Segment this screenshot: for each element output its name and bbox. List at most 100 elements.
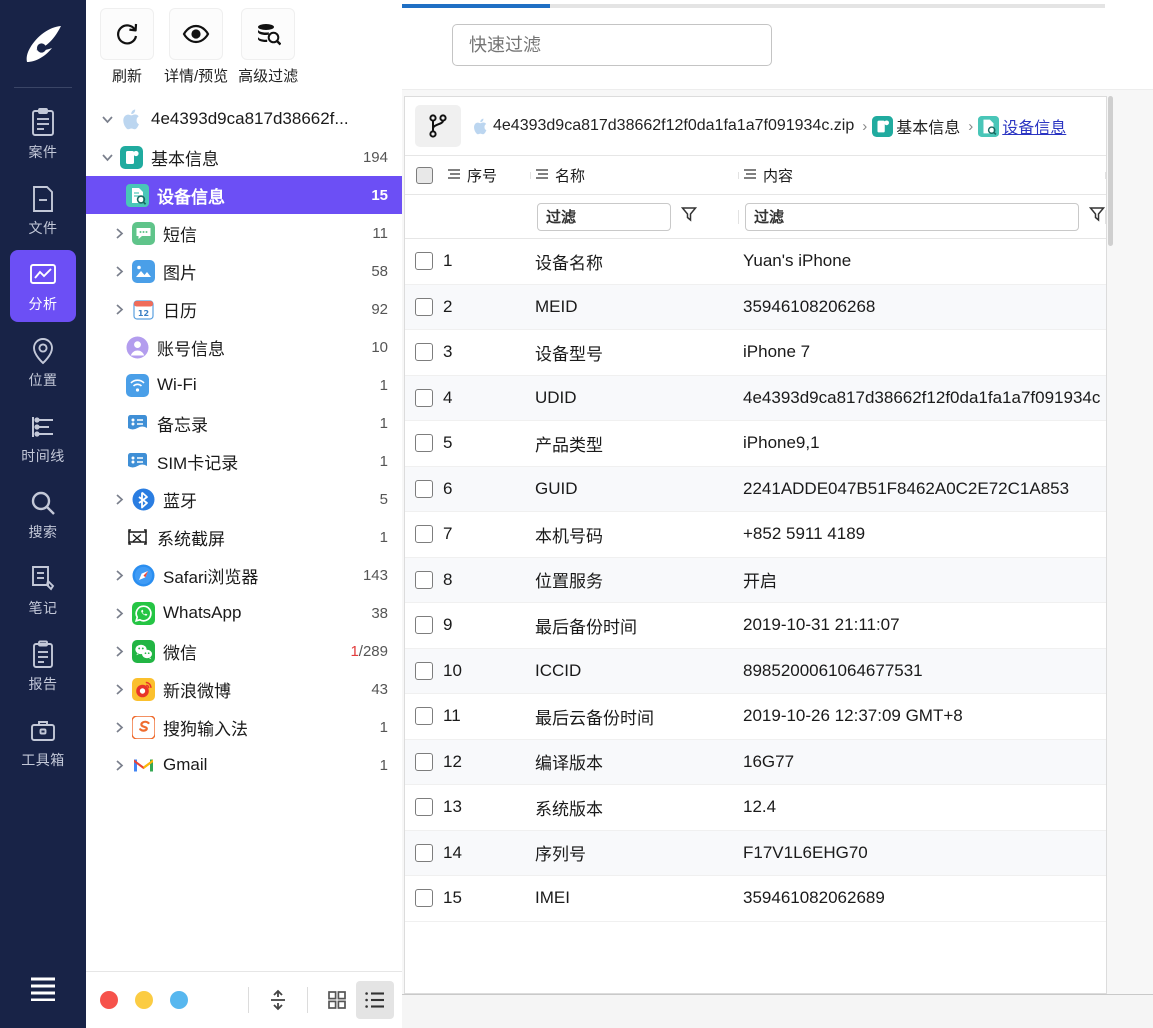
row-checkbox[interactable] [405, 798, 443, 817]
table-row[interactable]: 2 MEID 35946108206268 [405, 284, 1106, 330]
table-row[interactable]: 6 GUID 2241ADDE047B51F8462A0C2E72C1A853 [405, 466, 1106, 512]
tree-item-safari[interactable]: Safari浏览器 143 [86, 556, 402, 594]
tree-item-sim-records[interactable]: SIM卡记录 1 [86, 442, 402, 480]
branch-icon[interactable] [415, 105, 461, 147]
tree-item-notes[interactable]: 备忘录 1 [86, 404, 402, 442]
tag-red-dot[interactable] [100, 991, 118, 1009]
chevron-right-icon[interactable] [108, 265, 130, 278]
table-row[interactable]: 3 设备型号 iPhone 7 [405, 330, 1106, 376]
app-logo-icon[interactable] [17, 18, 69, 75]
row-checkbox[interactable] [405, 343, 443, 362]
breadcrumb-item-device-info[interactable]: 设备信息 [978, 114, 1066, 138]
tree-item-device-root[interactable]: 4e4393d9ca817d38662f... [86, 100, 402, 138]
breadcrumb-label[interactable]: 设备信息 [1002, 114, 1066, 138]
tag-yellow-dot[interactable] [135, 991, 153, 1009]
chevron-down-icon[interactable] [96, 113, 118, 126]
chevron-right-icon[interactable] [108, 607, 130, 620]
grid-view-icon[interactable] [318, 981, 356, 1019]
breadcrumb-item-archive[interactable]: 4e4393d9ca817d38662f12f0da1fa1a7f091934c… [473, 117, 854, 135]
filter-content-input[interactable] [745, 202, 1079, 231]
column-menu-icon[interactable] [535, 167, 549, 184]
tree-item-bluetooth[interactable]: 蓝牙 5 [86, 480, 402, 518]
chevron-down-icon[interactable] [96, 151, 118, 164]
sidebar-item-analysis[interactable]: 分析 [10, 250, 76, 322]
chevron-right-icon[interactable] [108, 645, 130, 658]
tree-item-wifi[interactable]: Wi-Fi 1 [86, 366, 402, 404]
sidebar-item-location[interactable]: 位置 [10, 326, 76, 398]
tree-item-calendar[interactable]: 12 日历 92 [86, 290, 402, 328]
row-checkbox[interactable] [405, 297, 443, 316]
hamburger-menu-icon[interactable] [27, 975, 59, 1006]
table-row[interactable]: 4 UDID 4e4393d9ca817d38662f12f0da1fa1a7f09… [405, 375, 1106, 421]
list-view-icon[interactable] [356, 981, 394, 1019]
tree-item-account-info[interactable]: 账号信息 10 [86, 328, 402, 366]
tree-item-whatsapp[interactable]: WhatsApp 38 [86, 594, 402, 632]
sidebar-item-search[interactable]: 搜索 [10, 478, 76, 550]
row-checkbox[interactable] [405, 388, 443, 407]
chevron-right-icon[interactable] [108, 303, 130, 316]
chevron-right-icon[interactable] [108, 683, 130, 696]
tree-item-sms[interactable]: 短信 11 [86, 214, 402, 252]
sidebar-item-notes[interactable]: 笔记 [10, 554, 76, 626]
sidebar-item-report[interactable]: 报告 [10, 630, 76, 702]
table-row[interactable]: 15 IMEI 359461082062689 [405, 876, 1106, 922]
chevron-right-icon[interactable] [108, 569, 130, 582]
table-row[interactable]: 13 系统版本 12.4 [405, 785, 1106, 831]
detail-preview-button[interactable]: 详情/预览 [164, 8, 228, 86]
table-row[interactable]: 9 最后备份时间 2019-10-31 21:11:07 [405, 603, 1106, 649]
tag-blue-dot[interactable] [170, 991, 188, 1009]
table-row[interactable]: 5 产品类型 iPhone9,1 [405, 421, 1106, 467]
tree-item-device-info[interactable]: 设备信息 15 [86, 176, 402, 214]
table-row[interactable]: 14 序列号 F17V1L6EHG70 [405, 830, 1106, 876]
row-checkbox[interactable] [405, 479, 443, 498]
detail-preview-label: 详情/预览 [164, 68, 229, 85]
advanced-filter-button[interactable]: 高级过滤 [238, 8, 298, 86]
column-header-seq[interactable]: 序号 [443, 165, 531, 186]
row-checkbox[interactable] [405, 661, 443, 680]
funnel-icon[interactable] [1088, 206, 1106, 227]
table-row[interactable]: 11 最后云备份时间 2019-10-26 12:37:09 GMT+8 [405, 694, 1106, 740]
table-row[interactable]: 7 本机号码 +852 5911 4189 [405, 512, 1106, 558]
select-all-checkbox[interactable] [405, 166, 443, 184]
refresh-button[interactable]: 刷新 [100, 8, 154, 86]
row-checkbox[interactable] [405, 434, 443, 453]
tree-item-screenshots[interactable]: 系统截屏 1 [86, 518, 402, 556]
sidebar-item-timeline[interactable]: 时间线 [10, 402, 76, 474]
filter-name-input[interactable] [537, 202, 671, 231]
sidebar-item-files[interactable]: 文件 [10, 174, 76, 246]
row-checkbox[interactable] [405, 570, 443, 589]
vertical-scrollbar[interactable] [1108, 96, 1113, 246]
row-checkbox[interactable] [405, 843, 443, 862]
column-header-content[interactable]: 内容 [739, 165, 1106, 186]
tree-item-basic-info[interactable]: 基本信息 194 [86, 138, 402, 176]
column-menu-icon[interactable] [743, 167, 757, 184]
table-row[interactable]: 8 位置服务 开启 [405, 557, 1106, 603]
chevron-right-icon[interactable] [108, 493, 130, 506]
refresh-label: 刷新 [111, 68, 142, 85]
quick-filter-input[interactable] [452, 24, 772, 66]
row-checkbox[interactable] [405, 889, 443, 908]
column-header-name[interactable]: 名称 [531, 165, 739, 186]
chevron-right-icon[interactable] [108, 721, 130, 734]
sidebar-item-toolbox[interactable]: 工具箱 [10, 706, 76, 778]
chevron-right-icon[interactable] [108, 759, 130, 772]
tree-item-images[interactable]: 图片 58 [86, 252, 402, 290]
row-checkbox[interactable] [405, 616, 443, 635]
table-row[interactable]: 1 设备名称 Yuan's iPhone [405, 239, 1106, 285]
tree-item-gmail[interactable]: Gmail 1 [86, 746, 402, 784]
row-checkbox[interactable] [405, 707, 443, 726]
tree-item-weibo[interactable]: 新浪微博 43 [86, 670, 402, 708]
breadcrumb-item-basic-info[interactable]: 基本信息 [872, 114, 960, 138]
chevron-right-icon[interactable] [108, 227, 130, 240]
table-row[interactable]: 10 ICCID 8985200061064677531 [405, 648, 1106, 694]
funnel-icon[interactable] [680, 206, 698, 227]
row-checkbox[interactable] [405, 525, 443, 544]
row-checkbox[interactable] [405, 252, 443, 271]
collapse-expand-icon[interactable] [259, 981, 297, 1019]
column-menu-icon[interactable] [447, 167, 461, 184]
table-row[interactable]: 12 编译版本 16G77 [405, 739, 1106, 785]
tree-item-wechat[interactable]: 微信 1/289 [86, 632, 402, 670]
sidebar-item-cases[interactable]: 案件 [10, 98, 76, 170]
row-checkbox[interactable] [405, 752, 443, 771]
tree-item-sogou[interactable]: 搜狗输入法 1 [86, 708, 402, 746]
